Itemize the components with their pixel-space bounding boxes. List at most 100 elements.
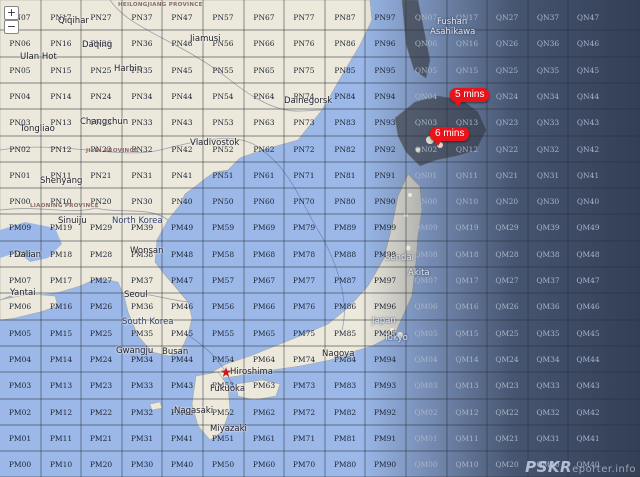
place-label: Fushan xyxy=(437,17,468,27)
grid-square-label: PN67 xyxy=(253,13,275,22)
grid-square-label: QN36 xyxy=(536,39,560,48)
grid-square-label: PN55 xyxy=(212,66,234,75)
grid-square-label: PM32 xyxy=(130,408,154,417)
grid-square-label: PM14 xyxy=(49,355,73,364)
grid-square-label: PM59 xyxy=(211,223,235,232)
grid-square-label: PM68 xyxy=(252,250,276,259)
grid-square-label: QN47 xyxy=(576,13,600,22)
watermark: PSKReporter.info xyxy=(525,458,636,476)
grid-square-label: PM00 xyxy=(8,460,32,469)
grid-square-label: QM03 xyxy=(414,381,438,390)
grid-square-label: PM01 xyxy=(8,434,32,443)
grid-square-label: QN24 xyxy=(495,92,519,101)
grid-square-label: PN47 xyxy=(171,13,193,22)
grid-square-label: QN10 xyxy=(455,197,479,206)
place-label: Harbin xyxy=(114,64,143,74)
grid-square-label: PN75 xyxy=(293,66,315,75)
grid-square-label: QM44 xyxy=(576,355,600,364)
grid-square-label: QN31 xyxy=(536,171,560,180)
grid-square-label: QM47 xyxy=(576,276,600,285)
place-label: Dalian xyxy=(14,250,42,260)
place-label: Dalnegorsk xyxy=(284,96,333,106)
grid-square-label: PM75 xyxy=(292,329,316,338)
grid-square-label: PN93 xyxy=(374,118,396,127)
grid-square-label: QM23 xyxy=(495,381,519,390)
grid-square-label: PM55 xyxy=(211,329,235,338)
grid-square-label: QM34 xyxy=(536,355,560,364)
place-label: Sinuiju xyxy=(58,216,87,226)
grid-square-label: PM63 xyxy=(252,381,276,390)
place-label: Fukuoka xyxy=(210,384,246,394)
grid-square-label: QM36 xyxy=(536,302,560,311)
grid-square-label: QM21 xyxy=(495,434,519,443)
grid-square-label: PM41 xyxy=(170,434,194,443)
home-station-icon[interactable] xyxy=(221,367,231,377)
grid-square-label: PM07 xyxy=(8,276,32,285)
grid-square-label: PM69 xyxy=(252,223,276,232)
province-label: JILIN PROVINCE xyxy=(86,148,138,154)
spot-marker[interactable]: 5 mins xyxy=(450,88,490,107)
grid-square-label: PM28 xyxy=(89,250,113,259)
grid-square-label: PM25 xyxy=(89,329,113,338)
place-label: Hiroshima xyxy=(230,367,273,377)
grid-square-label: PN31 xyxy=(131,171,153,180)
grid-square-label: QM43 xyxy=(576,381,600,390)
grid-square-label: PM89 xyxy=(333,223,357,232)
place-label: Akita xyxy=(408,268,430,278)
grid-square-label: PN14 xyxy=(50,92,72,101)
grid-square-label: PM78 xyxy=(292,250,316,259)
grid-square-label: QN22 xyxy=(495,145,519,154)
grid-square-label: PM37 xyxy=(130,276,154,285)
grid-square-label: PM61 xyxy=(252,434,276,443)
grid-square-label: QN45 xyxy=(576,66,600,75)
place-label: Jiamusi xyxy=(190,34,221,44)
grid-square-label: QM01 xyxy=(414,434,438,443)
grid-square-label: PM57 xyxy=(211,276,235,285)
grid-square-label: PM76 xyxy=(292,302,316,311)
grid-square-label: QM18 xyxy=(455,250,479,259)
grid-square-label: PN05 xyxy=(9,66,31,75)
grid-square-label: QN44 xyxy=(576,92,600,101)
place-label: Vladivostok xyxy=(190,138,240,148)
grid-square-label: PM71 xyxy=(292,434,316,443)
grid-square-label: QN43 xyxy=(576,118,600,127)
grid-square-label: PN90 xyxy=(374,197,396,206)
grid-square-label: PM10 xyxy=(49,460,73,469)
grid-square-label: QM49 xyxy=(576,223,600,232)
grid-square-label: PM22 xyxy=(89,408,113,417)
grid-square-label: PN87 xyxy=(334,13,356,22)
grid-square-label: QM11 xyxy=(455,434,479,443)
grid-square-label: QN30 xyxy=(536,197,560,206)
spot-marker[interactable]: 6 mins xyxy=(430,127,470,146)
grid-square-label: PM11 xyxy=(49,434,73,443)
grid-square-label: QM16 xyxy=(455,302,479,311)
grid-square-label: PM33 xyxy=(130,381,154,390)
grid-square-label: PN73 xyxy=(293,118,315,127)
grid-square-label: PM77 xyxy=(292,276,316,285)
grid-square-label: QM09 xyxy=(414,223,438,232)
grid-square-label: QM15 xyxy=(455,329,479,338)
place-label: Seoul xyxy=(124,290,148,300)
grid-square-label: PN91 xyxy=(374,171,396,180)
grid-square-label: QN33 xyxy=(536,118,560,127)
zoom-in-button[interactable]: + xyxy=(4,6,19,20)
grid-square-label: PM13 xyxy=(49,381,73,390)
grid-square-label: QN01 xyxy=(414,171,438,180)
map-view[interactable]: PN07 PN17 PN27 PN37 PN47 PN57 PN67 PN77 PN87 PN97… xyxy=(0,0,640,477)
grid-square-label: PM66 xyxy=(252,302,276,311)
grid-square-label: PN34 xyxy=(131,92,153,101)
grid-square-label: QM14 xyxy=(455,355,479,364)
grid-square-label: QM32 xyxy=(536,408,560,417)
grid-square-label: PM03 xyxy=(8,381,32,390)
grid-square-label: PM35 xyxy=(130,329,154,338)
zoom-out-button[interactable]: − xyxy=(4,20,19,34)
grid-square-label: PM26 xyxy=(89,302,113,311)
grid-square-label: PM43 xyxy=(170,381,194,390)
grid-square-label: PM93 xyxy=(373,381,397,390)
grid-square-label: PN66 xyxy=(253,39,275,48)
grid-square-label: PM27 xyxy=(89,276,113,285)
grid-square-label: PN40 xyxy=(171,197,193,206)
grid-square-label: PN94 xyxy=(374,92,396,101)
grid-square-label: QN25 xyxy=(495,66,519,75)
place-label: Tokyo xyxy=(384,333,408,343)
